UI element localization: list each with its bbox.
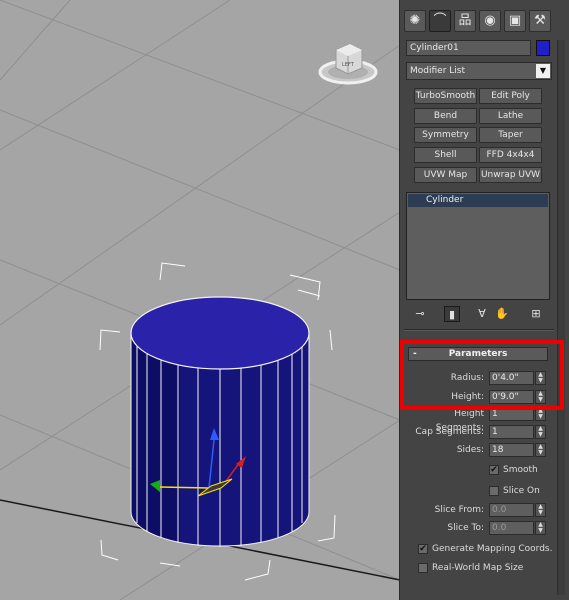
modifier-list-label: Modifier List [410, 66, 465, 76]
checkmark-icon[interactable]: ✔ [418, 544, 428, 554]
viewcube-label: LEFT [342, 62, 355, 68]
smooth-checkbox[interactable]: ✔ Smooth [489, 463, 549, 477]
modifier-stack[interactable]: Cylinder [406, 192, 550, 300]
command-panel-scrollbar[interactable] [557, 40, 565, 595]
real-world-map-size-label: Real-World Map Size [432, 563, 524, 573]
modifier-list-dropdown[interactable]: Modifier List ▼ [406, 62, 552, 80]
panel-divider-highlight [404, 330, 554, 331]
viewcube[interactable]: LEFT [318, 43, 378, 85]
slice-from-spinner[interactable]: 0.0 ▲ ▼ [489, 503, 547, 517]
edit-poly-button[interactable]: Edit Poly [479, 88, 542, 104]
generate-mapping-coords-label: Generate Mapping Coords. [432, 544, 553, 554]
slice-from-input[interactable]: 0.0 [489, 503, 534, 517]
perspective-viewport[interactable]: LEFT [0, 0, 400, 600]
bend-button[interactable]: Bend [414, 108, 477, 124]
spinner-arrows-icon[interactable]: ▲ ▼ [535, 503, 546, 517]
slice-on-label: Slice On [503, 486, 540, 496]
chevron-down-icon[interactable]: ▼ [536, 64, 550, 78]
generate-mapping-coords-checkbox[interactable]: ✔ Generate Mapping Coords. [418, 542, 553, 556]
make-unique-icon[interactable]: ∀ [474, 306, 490, 322]
sides-input[interactable]: 18 [489, 443, 534, 457]
hierarchy-icon[interactable]: 品 [454, 10, 476, 32]
object-name-input[interactable]: Cylinder01 [406, 40, 531, 56]
modify-icon[interactable]: ⌒ [429, 10, 451, 32]
sides-label: Sides: [456, 445, 484, 455]
display-icon[interactable]: ▣ [504, 10, 526, 32]
stack-item-cylinder[interactable]: Cylinder [408, 194, 548, 207]
viewport-scene: LEFT [0, 0, 400, 600]
cap-segments-label: Cap Segments: [415, 427, 484, 437]
spinner-arrows-icon[interactable]: ▲ ▼ [535, 425, 546, 439]
object-color-swatch[interactable] [536, 40, 550, 56]
stack-toolbar: ⊸ ▮ ∀ ✋ ⊞ [406, 305, 552, 323]
utilities-icon[interactable]: ⚒ [529, 10, 551, 32]
taper-button[interactable]: Taper [479, 127, 542, 143]
spinner-arrows-icon[interactable]: ▲ ▼ [535, 521, 546, 535]
turbosmooth-button[interactable]: TurboSmooth [414, 88, 477, 104]
checkmark-icon[interactable]: ✔ [489, 465, 499, 475]
uvw-map-button[interactable]: UVW Map [414, 167, 477, 183]
configure-sets-icon[interactable]: ⊞ [528, 306, 544, 322]
real-world-map-size-checkbox[interactable]: Real-World Map Size [418, 561, 553, 575]
slice-on-checkbox[interactable]: Slice On [489, 484, 549, 498]
cap-segments-input[interactable]: 1 [489, 425, 534, 439]
lathe-button[interactable]: Lathe [479, 108, 542, 124]
pin-stack-icon[interactable]: ⊸ [412, 306, 428, 322]
command-panel-tabs: ✺ ⌒ 品 ◉ ▣ ⚒ [400, 8, 569, 36]
sides-spinner[interactable]: 18 ▲ ▼ [489, 443, 547, 457]
checkbox-empty-icon[interactable] [418, 563, 428, 573]
annotation-highlight-box [400, 340, 564, 410]
symmetry-button[interactable]: Symmetry [414, 127, 477, 143]
slice-from-label: Slice From: [434, 505, 484, 515]
smooth-label: Smooth [503, 465, 538, 475]
slice-to-input[interactable]: 0.0 [489, 521, 534, 535]
motion-icon[interactable]: ◉ [479, 10, 501, 32]
unwrap-uvw-button[interactable]: Unwrap UVW [479, 167, 542, 183]
show-end-result-icon[interactable]: ▮ [444, 306, 460, 322]
slice-to-label: Slice To: [447, 523, 484, 533]
slice-to-spinner[interactable]: 0.0 ▲ ▼ [489, 521, 547, 535]
ffd-4x4x4-button[interactable]: FFD 4x4x4 [479, 147, 542, 163]
cap-segments-spinner[interactable]: 1 ▲ ▼ [489, 425, 547, 439]
cylinder-object[interactable] [130, 296, 310, 547]
checkbox-empty-icon[interactable] [489, 486, 499, 496]
shell-button[interactable]: Shell [414, 147, 477, 163]
spinner-arrows-icon[interactable]: ▲ ▼ [535, 443, 546, 457]
create-icon[interactable]: ✺ [404, 10, 426, 32]
remove-modifier-icon[interactable]: ✋ [494, 306, 510, 322]
